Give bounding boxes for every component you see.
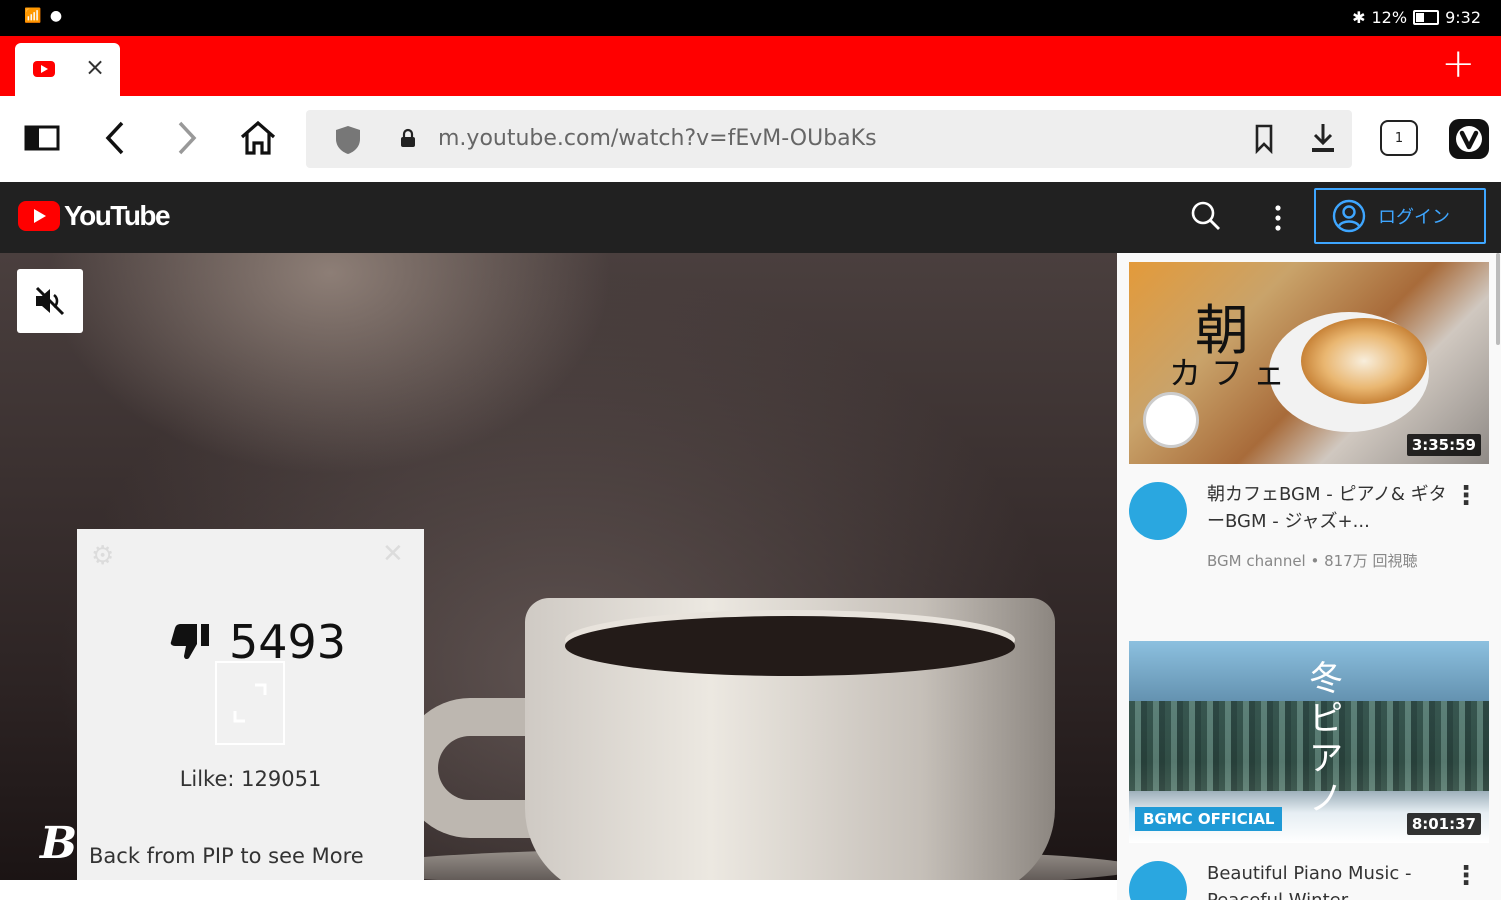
login-button[interactable]: ログイン — [1314, 188, 1486, 244]
video-meta: BGM channel • 817万 回視聴 — [1207, 552, 1418, 570]
youtube-logo[interactable]: YouTube — [18, 200, 171, 232]
video-duration: 8:01:37 — [1406, 813, 1481, 835]
thumbnail-title-small: カフェ — [1169, 354, 1296, 392]
like-count: Lilke: 129051 — [179, 767, 322, 791]
scrollbar[interactable] — [1496, 253, 1500, 345]
video-title[interactable]: Beautiful Piano Music - Peaceful Winter — [1207, 860, 1447, 900]
youtube-header: YouTube ログイン — [0, 182, 1501, 253]
vivaldi-menu-icon[interactable] — [1448, 118, 1490, 164]
bgmc-official-badge: BGMC OFFICIAL — [1135, 807, 1283, 831]
account-circle-icon — [1332, 199, 1366, 233]
tab-strip: × + — [0, 36, 1501, 96]
muted-speaker-icon — [35, 286, 65, 316]
browser-toolbar: m.youtube.com/watch?v=fEvM-OUbaKs 1 — [0, 96, 1501, 182]
related-videos-sidebar: 朝 カフェ 3:35:59 朝カフェBGM - ピアノ& ギターBGM - ジャ… — [1117, 253, 1501, 900]
expand-icon[interactable] — [215, 661, 285, 745]
thumbs-down-icon — [170, 624, 209, 660]
more-options-icon[interactable] — [1268, 202, 1288, 238]
dislike-overlay-card: ⚙ ✕ 5493 Lilke: 129051 Back from PIP to … — [77, 529, 424, 880]
browser-tab-youtube[interactable]: × — [15, 43, 120, 96]
bookmark-icon[interactable] — [1254, 124, 1274, 158]
gear-icon[interactable]: ⚙ — [91, 541, 114, 571]
tab-close-button[interactable]: × — [85, 53, 105, 81]
bgm-badge-icon — [1143, 392, 1199, 448]
shield-icon[interactable] — [334, 124, 362, 160]
video-duration: 3:35:59 — [1406, 434, 1481, 456]
battery-icon — [1413, 10, 1440, 25]
pip-message: Back from PIP to see More — [89, 844, 364, 868]
download-icon[interactable] — [1310, 122, 1336, 158]
video-thumbnail[interactable]: 冬ピアノ BGMC OFFICIAL 8:01:37 — [1129, 641, 1489, 843]
login-label: ログイン — [1378, 207, 1450, 228]
new-tab-button[interactable]: + — [1441, 42, 1475, 86]
video-title[interactable]: 朝カフェBGM - ピアノ& ギターBGM - ジャズ+... — [1207, 481, 1447, 535]
video-scene-cup — [525, 598, 1055, 880]
thumbnail-title-vertical: 冬ピアノ — [1309, 659, 1343, 819]
bluetooth-icon: ✱ — [1352, 8, 1366, 27]
video-options-icon[interactable]: ⋮ — [1453, 481, 1479, 511]
address-bar[interactable]: m.youtube.com/watch?v=fEvM-OUbaKs — [306, 110, 1352, 168]
status-bar: 📶 ● ✱ 12% 9:32 — [0, 0, 1501, 36]
video-options-icon[interactable]: ⋮ — [1453, 861, 1479, 891]
battery-percent: 12% — [1371, 8, 1408, 27]
close-icon[interactable]: ✕ — [382, 539, 404, 569]
video-thumbnail[interactable]: 朝 カフェ 3:35:59 — [1129, 262, 1489, 464]
clock: 9:32 — [1445, 8, 1481, 27]
youtube-logo-text: YouTube — [64, 200, 171, 231]
lock-icon — [400, 128, 416, 152]
home-icon[interactable] — [238, 118, 278, 158]
panel-toggle-icon[interactable] — [22, 118, 62, 158]
watermark-logo: B — [40, 818, 78, 869]
back-arrow-icon[interactable] — [96, 118, 136, 158]
channel-avatar[interactable] — [1129, 861, 1187, 900]
forward-arrow-icon[interactable] — [166, 118, 206, 158]
tab-count-button[interactable]: 1 — [1380, 120, 1418, 156]
status-icons-right: ✱ 12% 9:32 — [1352, 8, 1481, 27]
url-text[interactable]: m.youtube.com/watch?v=fEvM-OUbaKs — [438, 126, 877, 151]
status-icons-left: 📶 ● — [24, 8, 65, 24]
mute-button[interactable] — [17, 269, 83, 333]
search-icon[interactable] — [1190, 200, 1222, 236]
youtube-favicon-icon — [33, 61, 55, 77]
video-scene-coffee — [565, 616, 1015, 676]
youtube-play-icon — [18, 201, 60, 231]
thumbnail-latte — [1301, 318, 1427, 404]
channel-avatar[interactable] — [1129, 482, 1187, 540]
